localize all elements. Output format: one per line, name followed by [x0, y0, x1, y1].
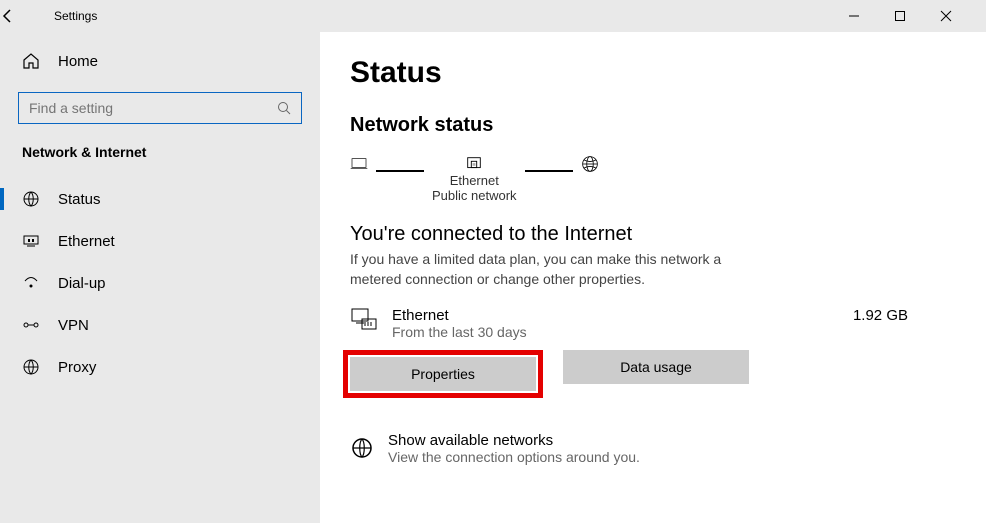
- link-title: Show available networks: [388, 432, 640, 449]
- sidebar-item-label: Proxy: [58, 359, 96, 376]
- sidebar-item-proxy[interactable]: Proxy: [0, 346, 320, 388]
- vpn-icon: [22, 316, 40, 334]
- status-icon: [22, 190, 40, 208]
- sidebar-item-ethernet[interactable]: Ethernet: [0, 220, 320, 262]
- search-box[interactable]: [18, 92, 302, 124]
- diagram-adapter: Ethernet: [450, 173, 499, 188]
- link-sub: View the connection options around you.: [388, 449, 640, 465]
- minimize-button[interactable]: [848, 10, 894, 22]
- highlight-box: Properties: [343, 350, 543, 398]
- page-title: Status: [350, 56, 956, 90]
- title-bar: Settings: [0, 0, 986, 32]
- sidebar-item-label: Dial-up: [58, 275, 106, 292]
- close-button[interactable]: [940, 10, 986, 22]
- data-usage-button[interactable]: Data usage: [563, 350, 749, 384]
- sidebar-item-status[interactable]: Status: [0, 178, 320, 220]
- main-content: Status Network status Ethernet Public ne…: [320, 32, 986, 523]
- properties-button[interactable]: Properties: [350, 357, 536, 391]
- window-title: Settings: [48, 9, 97, 23]
- connection-sub: From the last 30 days: [392, 324, 839, 340]
- sidebar-section-header: Network & Internet: [0, 144, 320, 160]
- search-icon: [275, 99, 293, 117]
- section-title: Network status: [350, 114, 956, 137]
- sidebar-item-label: Status: [58, 191, 101, 208]
- dialup-icon: [22, 274, 40, 292]
- home-icon: [22, 52, 40, 70]
- sidebar-item-dialup[interactable]: Dial-up: [0, 262, 320, 304]
- maximize-button[interactable]: [894, 10, 940, 22]
- network-diagram: Ethernet Public network: [350, 155, 956, 203]
- globe-icon: [581, 155, 599, 173]
- diagram-profile: Public network: [432, 188, 517, 203]
- sidebar: Home Network & Internet Status Ethernet: [0, 32, 320, 523]
- back-button[interactable]: [0, 8, 48, 24]
- sidebar-item-label: Ethernet: [58, 233, 115, 250]
- connected-heading: You're connected to the Internet: [350, 223, 956, 246]
- connection-row: Ethernet From the last 30 days 1.92 GB: [350, 307, 956, 340]
- sidebar-item-vpn[interactable]: VPN: [0, 304, 320, 346]
- home-nav[interactable]: Home: [0, 44, 320, 78]
- proxy-icon: [22, 358, 40, 376]
- pc-icon: [350, 155, 368, 173]
- connected-description: If you have a limited data plan, you can…: [350, 250, 770, 289]
- ethernet-icon: [22, 232, 40, 250]
- available-networks-link[interactable]: Show available networks View the connect…: [350, 432, 956, 465]
- sidebar-item-label: VPN: [58, 317, 89, 334]
- search-input[interactable]: [27, 99, 266, 117]
- connection-usage: 1.92 GB: [853, 307, 956, 324]
- connection-icon: [350, 307, 378, 335]
- globe-small-icon: [350, 436, 374, 460]
- home-label: Home: [58, 53, 98, 70]
- connection-name: Ethernet: [392, 307, 839, 324]
- adapter-icon: [465, 155, 483, 173]
